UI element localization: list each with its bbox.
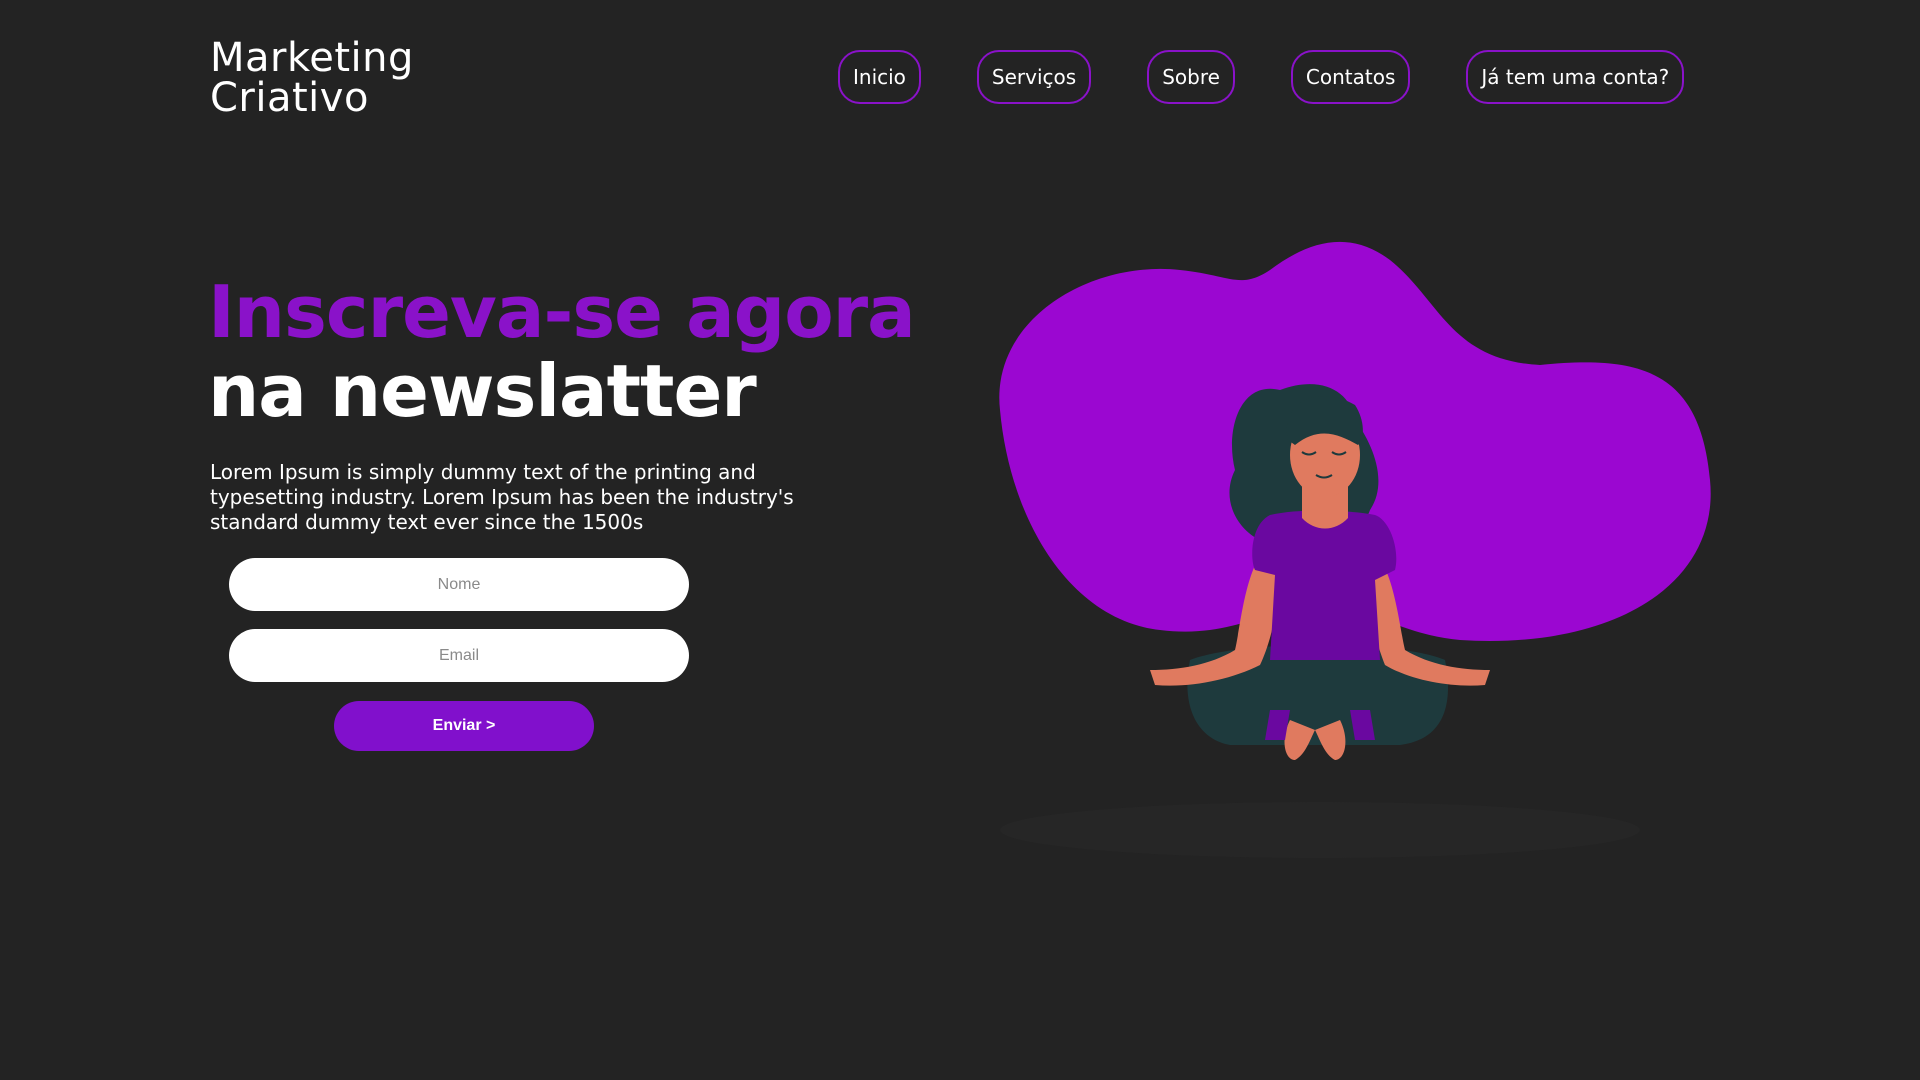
logo[interactable]: Marketing Criativo	[210, 38, 414, 118]
nav-item-sobre[interactable]: Sobre	[1147, 50, 1235, 104]
floor-shadow	[1000, 802, 1640, 858]
meditating-woman-illustration	[999, 241, 1711, 858]
submit-button[interactable]: Enviar >	[334, 701, 594, 751]
logo-line-2: Criativo	[210, 75, 369, 121]
nav-item-contatos[interactable]: Contatos	[1290, 50, 1411, 104]
login-link[interactable]: Já tem uma conta?	[1466, 50, 1685, 104]
name-input[interactable]	[229, 558, 689, 611]
landing-page: Marketing Criativo Inicio Serviços Sobre…	[0, 0, 1920, 1080]
nav-item-servicos[interactable]: Serviços	[976, 50, 1092, 104]
nav-item-inicio[interactable]: Inicio	[838, 50, 921, 104]
headline-line-2: na newslatter	[208, 349, 757, 433]
email-input[interactable]	[229, 629, 689, 682]
logo-line-1: Marketing	[210, 35, 414, 81]
hero-headline: Inscreva-se agora na newslatter	[208, 270, 916, 433]
headline-line-1: Inscreva-se agora	[208, 270, 916, 354]
hero-description: Lorem Ipsum is simply dummy text of the …	[210, 460, 794, 534]
main-nav: Inicio Serviços Sobre Contatos Já tem um…	[838, 50, 1685, 104]
